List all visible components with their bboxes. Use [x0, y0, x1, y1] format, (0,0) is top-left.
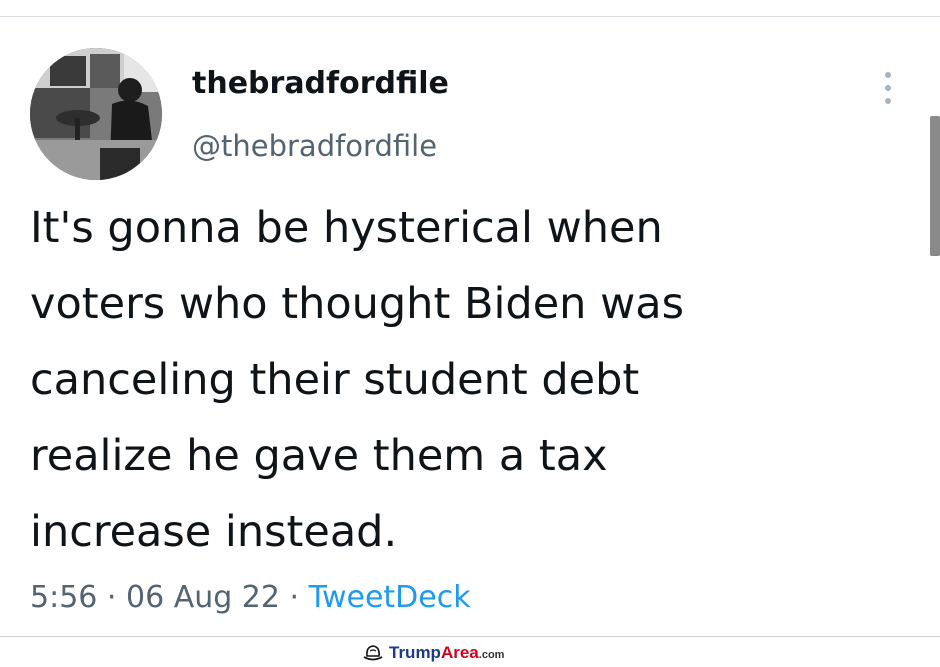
avatar-photo [30, 48, 162, 180]
watermark-brand-domain: .com [478, 649, 505, 661]
top-divider [0, 16, 940, 17]
tweet-text-line: It's gonna be hysterical when [30, 203, 663, 253]
meta-separator: · [279, 580, 309, 615]
scrollbar-thumb[interactable] [930, 116, 940, 256]
menu-dot [885, 98, 891, 104]
menu-dot [885, 72, 891, 78]
tweet-source-link[interactable]: TweetDeck [309, 580, 471, 615]
bottom-divider [0, 636, 940, 637]
meta-separator: · [97, 580, 126, 615]
watermark-brand-area: Area [440, 643, 479, 662]
tweet-text-line: realize he gave them a tax [30, 431, 608, 481]
tweet-text-line: canceling their student debt [30, 355, 640, 405]
display-name[interactable]: thebradfordfile [192, 64, 449, 104]
tweet-time[interactable]: 5:56 [30, 580, 97, 615]
watermark-brand-trump: Trump [389, 643, 441, 662]
hat-icon [363, 645, 383, 661]
tweet-metadata: 5:56 · 06 Aug 22 · TweetDeck [30, 576, 471, 620]
avatar[interactable] [30, 48, 162, 180]
user-handle[interactable]: @thebradfordfile [192, 126, 437, 166]
watermark-text: TrumpArea.com [389, 643, 504, 663]
watermark: TrumpArea.com [362, 640, 504, 666]
tweet-text-line: voters who thought Biden was [30, 279, 685, 329]
menu-dot [885, 85, 891, 91]
tweet-text-line: increase instead. [30, 507, 398, 557]
tweet-date[interactable]: 06 Aug 22 [126, 580, 280, 615]
more-vertical-icon[interactable] [876, 68, 900, 108]
tweet-text: It's gonna be hysterical when voters who… [30, 190, 890, 570]
